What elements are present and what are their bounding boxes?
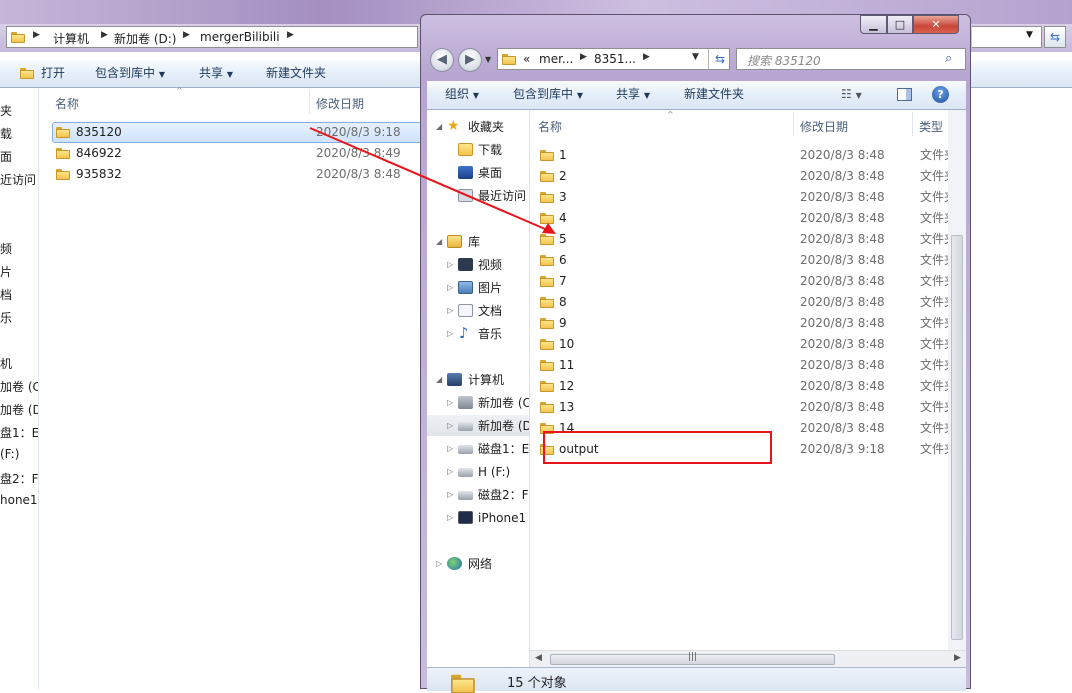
annotation-highlight-box: [543, 431, 772, 464]
annotation-overlay: [309, 127, 772, 464]
annotation-arrow-line: [309, 127, 553, 233]
